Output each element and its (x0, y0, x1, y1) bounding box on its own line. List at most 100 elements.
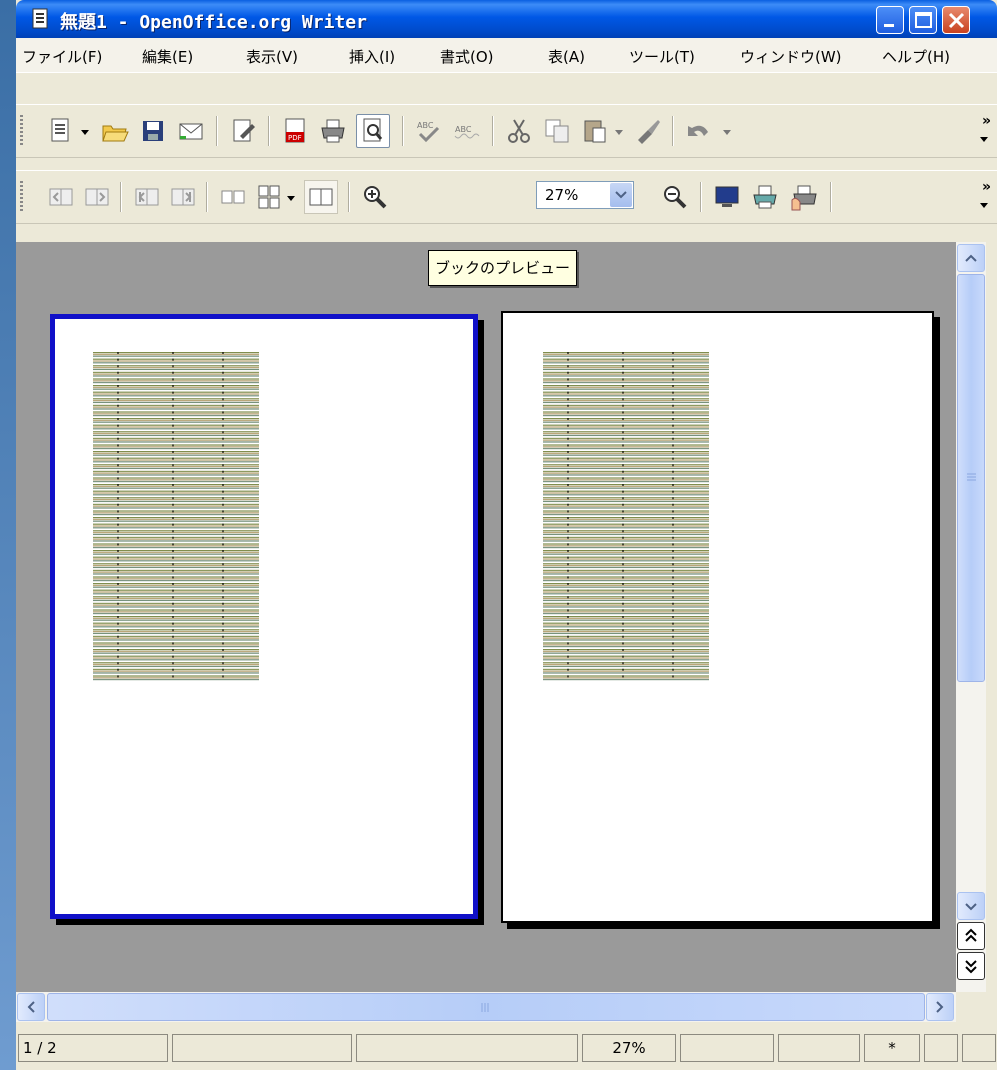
email-icon[interactable] (176, 116, 206, 146)
undo-icon[interactable] (684, 116, 714, 146)
menu-table[interactable]: 表(A) (548, 46, 585, 67)
paste-icon[interactable] (580, 116, 610, 146)
minimize-icon (884, 24, 894, 27)
book-preview-tooltip: ブックのプレビュー (428, 250, 578, 286)
first-page-icon[interactable] (132, 182, 162, 212)
toolbar-overflow-chevron[interactable]: » (982, 179, 991, 195)
previous-page-scroll-button[interactable] (957, 922, 985, 950)
double-chevron-down-icon (965, 960, 977, 974)
window-title: 無題1 - OpenOffice.org Writer (60, 12, 367, 33)
page-text-lines (93, 352, 259, 682)
status-zoom[interactable]: 27% (582, 1034, 676, 1062)
preview-page-1[interactable] (50, 314, 478, 919)
preview-page-2[interactable] (501, 311, 934, 923)
writer-window: 無題1 - OpenOffice.org Writer ファイル(F) 編集(E… (16, 0, 997, 1070)
status-language[interactable] (356, 1034, 578, 1062)
standard-toolbar: PDF ABC ABC » (16, 104, 997, 158)
writer-app-icon[interactable] (30, 8, 52, 30)
status-page-number[interactable]: 1 / 2 (18, 1034, 168, 1062)
scroll-up-button[interactable] (957, 244, 985, 272)
page-preview-icon[interactable] (356, 114, 390, 148)
chevron-left-icon (27, 1001, 35, 1013)
vertical-scroll-thumb[interactable] (957, 274, 985, 682)
edit-file-icon[interactable] (228, 116, 258, 146)
previous-page-icon[interactable] (46, 182, 76, 212)
new-dropdown-icon[interactable] (80, 127, 90, 137)
chevron-down-icon (615, 191, 627, 199)
grip-icon (967, 473, 976, 481)
format-paintbrush-icon[interactable] (632, 116, 662, 146)
menu-tools[interactable]: ツール(T) (629, 46, 695, 67)
grip-icon (481, 1003, 489, 1012)
vertical-scrollbar[interactable] (956, 242, 986, 992)
menu-help[interactable]: ヘルプ(H) (882, 46, 950, 67)
save-icon[interactable] (138, 116, 168, 146)
maximize-icon (915, 12, 932, 28)
preview-area[interactable] (16, 242, 956, 992)
status-modified[interactable]: * (864, 1034, 920, 1062)
open-folder-icon[interactable] (100, 116, 130, 146)
close-icon (948, 12, 965, 29)
menu-format[interactable]: 書式(O) (440, 46, 494, 67)
zoom-combobox[interactable]: 27% (536, 181, 634, 209)
menu-view[interactable]: 表示(V) (246, 46, 298, 67)
toolbar-options-arrow-icon[interactable] (979, 135, 989, 145)
status-object-info[interactable] (962, 1034, 996, 1062)
multiple-pages-dropdown-icon[interactable] (286, 193, 296, 203)
autospellcheck-icon[interactable]: ABC (452, 116, 482, 146)
status-selection-mode[interactable] (778, 1034, 860, 1062)
chevron-down-icon (965, 903, 977, 911)
menu-file[interactable]: ファイル(F) (22, 46, 102, 67)
page-preview-toolbar: » (16, 170, 997, 224)
zoom-value[interactable]: 27% (545, 186, 578, 204)
menu-edit[interactable]: 編集(E) (142, 46, 193, 67)
undo-dropdown-icon[interactable] (722, 127, 732, 137)
toolbar-grip[interactable] (20, 181, 23, 213)
next-page-icon[interactable] (82, 182, 112, 212)
svg-text:ABC: ABC (455, 125, 472, 134)
print-options-icon[interactable] (750, 182, 780, 212)
svg-text:ABC: ABC (417, 121, 434, 130)
new-document-icon[interactable] (46, 116, 76, 146)
last-page-icon[interactable] (168, 182, 198, 212)
book-preview-icon[interactable] (304, 180, 338, 214)
svg-text:PDF: PDF (288, 134, 302, 142)
cut-icon[interactable] (504, 116, 534, 146)
double-chevron-up-icon (965, 928, 977, 942)
export-pdf-icon[interactable]: PDF (280, 116, 310, 146)
next-page-scroll-button[interactable] (957, 952, 985, 980)
print-page-view-icon[interactable] (788, 182, 818, 212)
print-icon[interactable] (318, 116, 348, 146)
toolbar-grip[interactable] (20, 115, 23, 147)
scroll-left-button[interactable] (17, 993, 45, 1021)
minimize-button[interactable] (876, 6, 904, 34)
status-insert-mode[interactable] (680, 1034, 774, 1062)
spellcheck-icon[interactable]: ABC (414, 116, 444, 146)
zoom-in-icon[interactable] (360, 182, 390, 212)
status-bar: 1 / 2 27% * (16, 1030, 997, 1066)
scroll-down-button[interactable] (957, 892, 985, 920)
zoom-dropdown-button[interactable] (610, 183, 632, 207)
scrollbar-corner (956, 992, 997, 1022)
chevron-up-icon (965, 254, 977, 262)
copy-icon[interactable] (542, 116, 572, 146)
zoom-out-icon[interactable] (660, 182, 690, 212)
paste-dropdown-icon[interactable] (614, 127, 624, 137)
full-screen-icon[interactable] (712, 182, 742, 212)
status-page-style[interactable] (172, 1034, 352, 1062)
status-signature[interactable] (924, 1034, 958, 1062)
toolbar-options-arrow-icon[interactable] (979, 201, 989, 211)
menu-window[interactable]: ウィンドウ(W) (740, 46, 842, 67)
toolbar-overflow-chevron[interactable]: » (982, 113, 991, 129)
scroll-right-button[interactable] (926, 993, 954, 1021)
menu-insert[interactable]: 挿入(I) (349, 46, 395, 67)
horizontal-scrollbar[interactable] (16, 992, 956, 1022)
multiple-pages-icon[interactable] (254, 182, 284, 212)
maximize-button[interactable] (909, 6, 937, 34)
page-text-lines (543, 352, 709, 682)
title-bar[interactable]: 無題1 - OpenOffice.org Writer (16, 0, 997, 38)
chevron-right-icon (936, 1001, 944, 1013)
two-pages-icon[interactable] (218, 182, 248, 212)
horizontal-scroll-thumb[interactable] (47, 993, 925, 1021)
close-button[interactable] (942, 6, 970, 34)
